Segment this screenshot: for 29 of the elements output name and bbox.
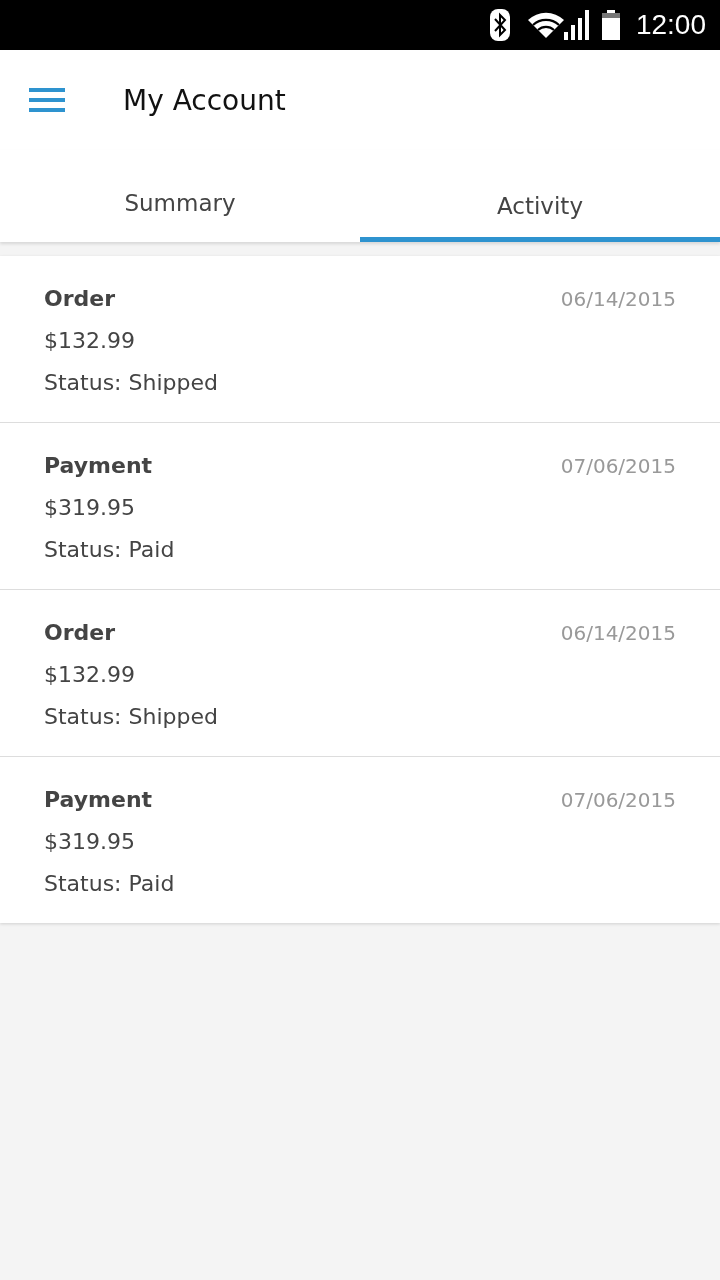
activity-type: Order <box>44 285 117 313</box>
wifi-icon <box>527 12 564 38</box>
amount: $319.95 <box>44 494 136 522</box>
amount: $132.99 <box>44 661 136 689</box>
activity-date: 07/06/2015 <box>560 453 676 480</box>
activity-item[interactable]: Payment $319.95 Status: Paid 07/06/2015 <box>0 757 720 923</box>
menu-icon <box>29 88 65 112</box>
bluetooth-icon <box>489 9 510 41</box>
status-text: Status: Shipped <box>44 703 218 731</box>
activity-item[interactable]: Order $132.99 Status: Shipped 06/14/2015 <box>0 590 720 757</box>
activity-type: Order <box>44 619 117 647</box>
activity-item[interactable]: Payment $319.95 Status: Paid 07/06/2015 <box>0 423 720 590</box>
amount: $132.99 <box>44 327 136 355</box>
activity-item[interactable]: Order $132.99 Status: Shipped 06/14/2015 <box>0 256 720 423</box>
activity-type: Payment <box>44 452 154 480</box>
clock-time: 12:00 <box>635 9 706 41</box>
amount: $319.95 <box>44 828 136 856</box>
activity-date: 07/06/2015 <box>560 787 676 814</box>
activity-type: Payment <box>44 786 154 814</box>
battery-icon <box>601 10 620 40</box>
signal-icon <box>563 10 590 40</box>
page-title: My Account <box>123 83 286 117</box>
activity-date: 06/14/2015 <box>560 286 676 313</box>
tab[interactable]: Activity <box>360 150 720 242</box>
status-text: Status: Paid <box>44 536 175 564</box>
tab[interactable]: Summary <box>0 150 360 242</box>
activity-date: 06/14/2015 <box>560 620 676 647</box>
status-text: Status: Paid <box>44 870 175 898</box>
status-text: Status: Shipped <box>44 369 218 397</box>
